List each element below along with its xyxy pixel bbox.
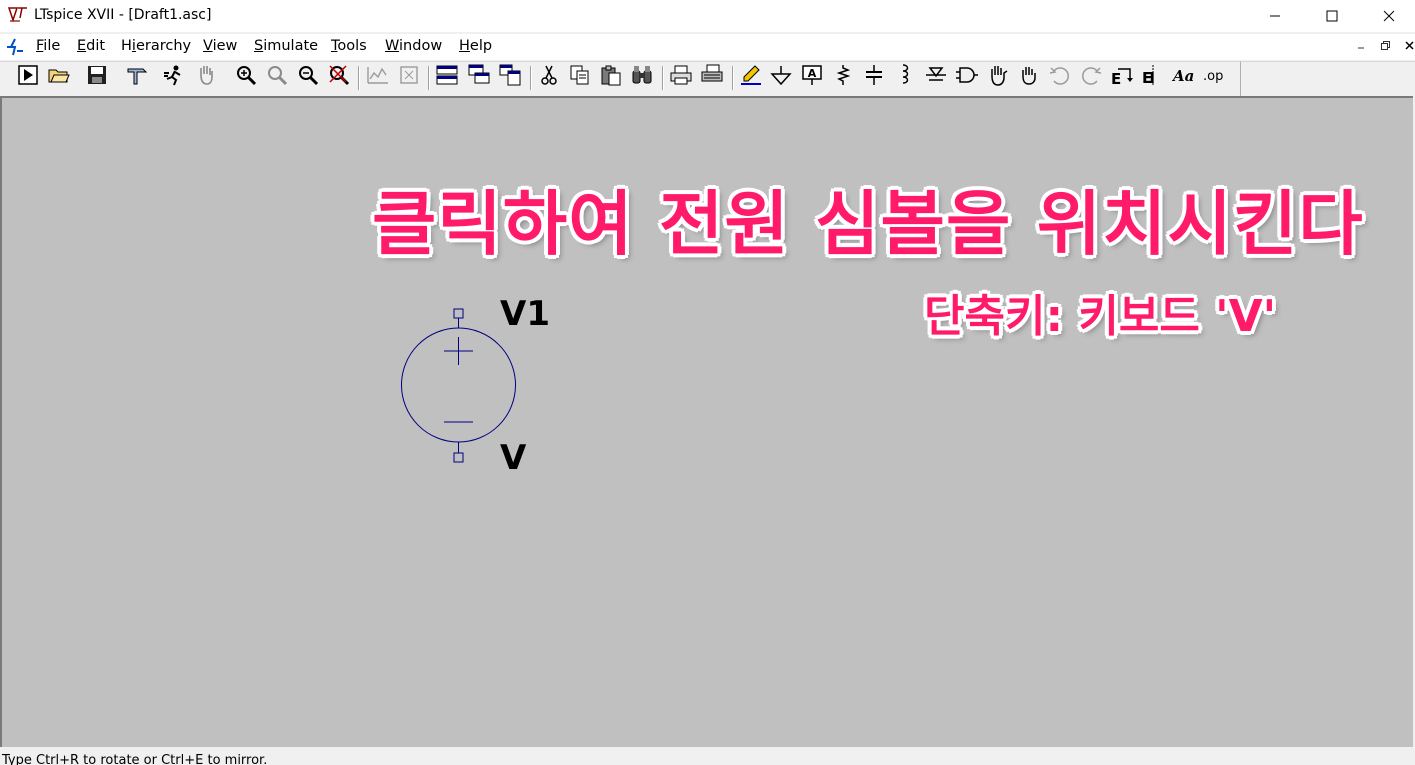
status-text: Type Ctrl+R to rotate or Ctrl+E to mirro… [2, 753, 268, 765]
pin-negative[interactable] [453, 452, 464, 463]
tutorial-caption-shortcut: 단축키: 키보드 'V' [924, 291, 1277, 342]
component-name-label[interactable]: V1 [500, 294, 550, 334]
status-bar: Type Ctrl+R to rotate or Ctrl+E to mirro… [0, 748, 1415, 765]
tutorial-caption-main: 클릭하여 전원 심볼을 위치시킨다 [372, 183, 1364, 265]
component-value-label[interactable]: V [500, 438, 526, 478]
pin-positive[interactable] [453, 308, 464, 319]
voltage-source-symbol[interactable] [0, 0, 1415, 765]
